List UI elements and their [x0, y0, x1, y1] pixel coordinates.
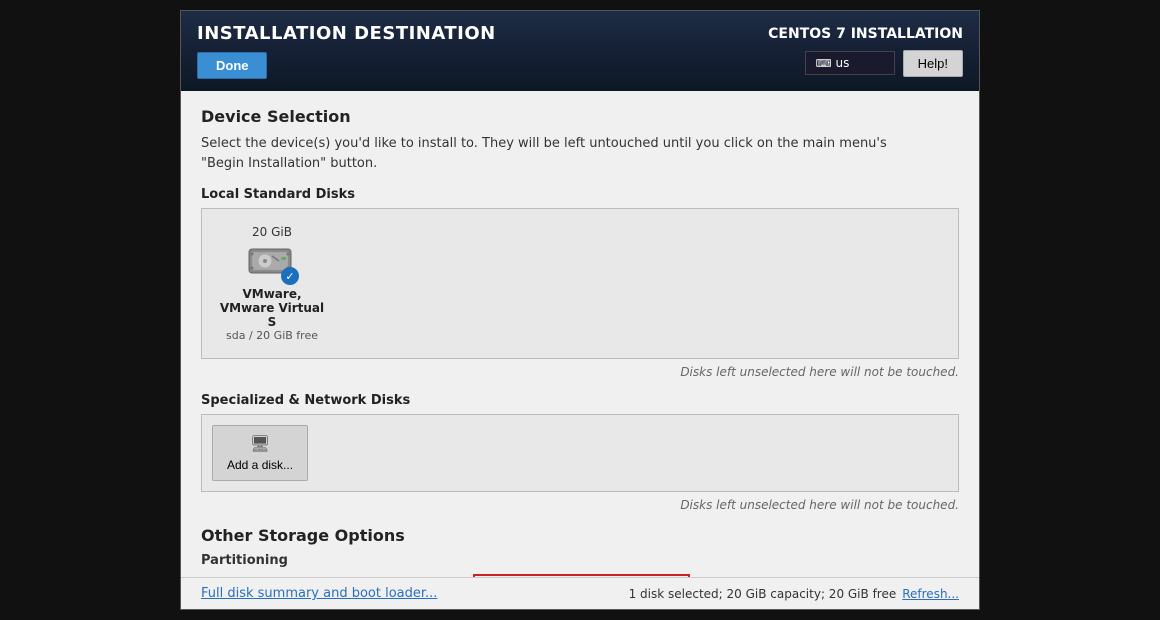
- add-disk-icon: 🖥: [250, 434, 270, 454]
- partitioning-label: Partitioning: [201, 553, 959, 568]
- disk-meta: sda / 20 GiB free: [226, 329, 318, 342]
- local-hint: Disks left unselected here will not be t…: [201, 365, 959, 379]
- specialized-hint: Disks left unselected here will not be t…: [201, 498, 959, 512]
- specialized-disks-grid: 🖥 Add a disk...: [201, 414, 959, 492]
- add-disk-button[interactable]: 🖥 Add a disk...: [212, 425, 308, 481]
- header-left: INSTALLATION DESTINATION Done: [197, 23, 496, 79]
- footer: Full disk summary and boot loader... 1 d…: [181, 577, 979, 609]
- content-area: Device Selection Select the device(s) yo…: [181, 91, 979, 577]
- keyboard-lang: us: [836, 56, 850, 70]
- other-storage-title: Other Storage Options: [201, 526, 959, 545]
- disk-item[interactable]: 20 GiB: [212, 219, 332, 348]
- footer-right: 1 disk selected; 20 GiB capacity; 20 GiB…: [629, 587, 959, 601]
- done-button[interactable]: Done: [197, 52, 267, 79]
- refresh-link[interactable]: Refresh...: [902, 587, 959, 601]
- keyboard-indicator[interactable]: ⌨ us: [805, 51, 895, 75]
- main-panel: INSTALLATION DESTINATION Done CENTOS 7 I…: [180, 10, 980, 610]
- disk-icon-wrapper: ✓: [247, 243, 297, 283]
- help-button[interactable]: Help!: [903, 50, 963, 77]
- outer-wrapper: INSTALLATION DESTINATION Done CENTOS 7 I…: [0, 0, 1160, 620]
- disk-name: VMware, VMware Virtual S: [218, 287, 326, 329]
- other-storage-section: Other Storage Options Partitioning Autom…: [201, 526, 959, 577]
- page-title: INSTALLATION DESTINATION: [197, 23, 496, 44]
- local-disks-grid: 20 GiB: [201, 208, 959, 359]
- specialized-label: Specialized & Network Disks: [201, 393, 959, 408]
- disk-status: 1 disk selected; 20 GiB capacity; 20 GiB…: [629, 587, 897, 601]
- full-disk-summary-link[interactable]: Full disk summary and boot loader...: [201, 586, 437, 601]
- header-controls: ⌨ us Help!: [805, 50, 963, 77]
- header: INSTALLATION DESTINATION Done CENTOS 7 I…: [181, 11, 979, 91]
- local-disks-label: Local Standard Disks: [201, 187, 959, 202]
- device-selection-title: Device Selection: [201, 107, 959, 126]
- header-right: CENTOS 7 INSTALLATION ⌨ us Help!: [768, 26, 963, 77]
- disk-selected-check: ✓: [281, 267, 299, 285]
- disk-size: 20 GiB: [252, 225, 292, 239]
- device-selection-description: Select the device(s) you'd like to insta…: [201, 134, 959, 173]
- keyboard-icon: ⌨: [816, 57, 832, 70]
- centos-label: CENTOS 7 INSTALLATION: [768, 26, 963, 42]
